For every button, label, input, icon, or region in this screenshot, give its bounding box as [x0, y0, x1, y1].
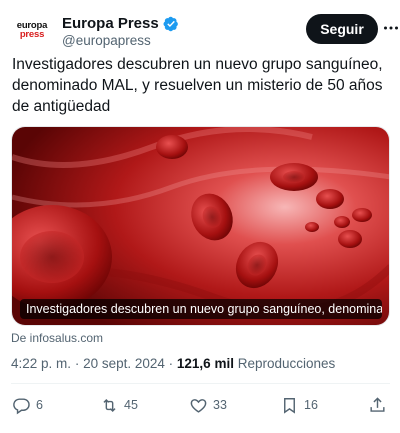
tweet-time[interactable]: 4:22 p. m.: [11, 356, 71, 371]
retweet-count: 45: [124, 398, 138, 412]
tweet-meta: 4:22 p. m. · 20 sept. 2024 · 121,6 mil R…: [11, 356, 335, 371]
follow-button[interactable]: Seguir: [306, 14, 378, 44]
link-card[interactable]: Investigadores descubren un nuevo grupo …: [11, 126, 390, 326]
card-image: [12, 127, 389, 325]
bookmark-icon: [284, 397, 295, 414]
retweet-icon: [103, 398, 116, 412]
meta-separator: ·: [74, 356, 84, 371]
account-name[interactable]: Europa Press: [62, 15, 159, 32]
more-dots-icon[interactable]: [383, 20, 399, 36]
bookmark-count: 16: [304, 398, 318, 412]
divider: [11, 383, 390, 384]
retweet-button[interactable]: 45: [100, 394, 138, 416]
meta-separator: ·: [168, 356, 177, 371]
bookmark-button[interactable]: 16: [280, 394, 318, 416]
reply-button[interactable]: 6: [12, 394, 43, 416]
tweet-header: europa press Europa Press @europapress S…: [10, 8, 398, 52]
views-label: Reproducciones: [237, 356, 336, 371]
name-row: Europa Press: [62, 15, 179, 32]
verified-badge-icon: [163, 16, 178, 31]
share-button[interactable]: [368, 394, 387, 416]
account-handle[interactable]: @europapress: [62, 33, 151, 48]
card-title[interactable]: Investigadores descubren un nuevo grupo …: [20, 299, 382, 319]
avatar-logo-line2: press: [19, 29, 45, 40]
avatar[interactable]: europa press: [12, 12, 52, 48]
share-icon: [370, 396, 385, 412]
action-bar: 6 45 33 16: [12, 394, 388, 416]
views-count: 121,6 mil: [176, 356, 234, 371]
like-count: 33: [213, 398, 227, 412]
heart-icon: [190, 398, 207, 413]
tweet-text: Investigadores descubren un nuevo grupo …: [12, 56, 383, 115]
reply-count: 6: [36, 398, 43, 412]
like-button[interactable]: 33: [189, 394, 227, 416]
tweet-date[interactable]: 20 sept. 2024: [83, 356, 165, 371]
card-source[interactable]: De infosalus.com: [11, 331, 103, 345]
reply-icon: [13, 397, 30, 414]
